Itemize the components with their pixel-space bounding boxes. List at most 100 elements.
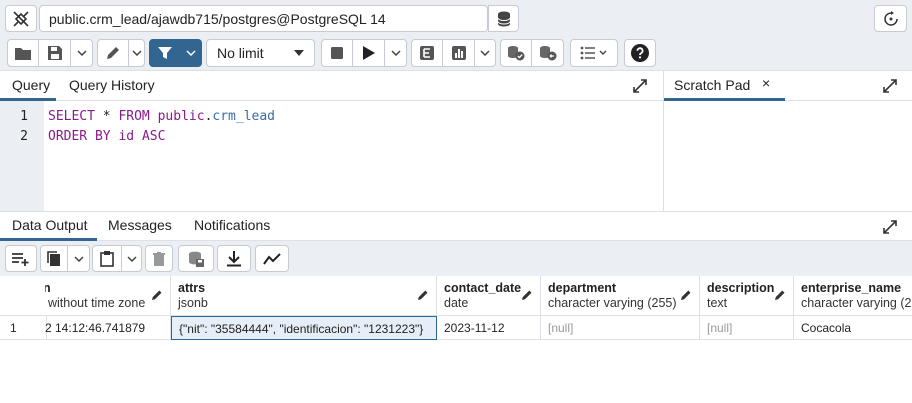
edit-pencil-icon[interactable]	[680, 289, 692, 304]
column-name: enterprise_name	[801, 281, 902, 295]
save-data-icon[interactable]	[178, 245, 214, 272]
connection-selector[interactable]: public.crm_lead/ajawdb715/postgres@Postg…	[39, 5, 488, 32]
explain-dropdown-chevron-icon[interactable]	[475, 39, 496, 67]
close-icon[interactable]: ×	[762, 75, 770, 91]
delete-trash-icon[interactable]	[145, 245, 173, 272]
keyword: SELECT	[48, 109, 95, 124]
column-header[interactable]: contact_date date	[437, 276, 541, 316]
query-toolbar: No limit	[0, 37, 912, 71]
table-cell-selected[interactable]: {"nit": "35584444", "identificacion": "1…	[171, 316, 437, 340]
line-number: 2	[20, 129, 28, 144]
execute-dropdown-chevron-icon[interactable]	[385, 39, 407, 67]
filter-icon[interactable]	[149, 39, 181, 67]
edit-pencil-icon[interactable]	[774, 289, 786, 304]
edit-pencil-icon[interactable]	[151, 289, 163, 304]
paste-dropdown-chevron-icon[interactable]	[122, 245, 142, 272]
tab-notifications-label: Notifications	[194, 217, 271, 233]
tab-data-output[interactable]: Data Output	[12, 217, 88, 233]
column-type: without time zone	[48, 296, 146, 310]
expand-icon[interactable]	[633, 79, 647, 96]
expand-icon[interactable]	[883, 79, 897, 96]
tab-notifications[interactable]: Notifications	[194, 217, 270, 233]
table-cell[interactable]: 2023-11-12	[437, 316, 541, 340]
disconnect-icon[interactable]	[5, 5, 37, 32]
code-line: ORDER BY id ASC	[48, 129, 165, 144]
explain-icon[interactable]	[411, 39, 443, 67]
table-name: crm_lead	[212, 109, 276, 124]
tab-query-history[interactable]: Query History	[69, 77, 155, 93]
data-output-toolbar	[0, 241, 912, 276]
edit-pencil-icon[interactable]	[521, 289, 533, 304]
paste-icon[interactable]	[92, 245, 122, 272]
tab-query[interactable]: Query	[12, 77, 50, 93]
help-icon[interactable]	[624, 39, 656, 67]
column-name: description	[707, 281, 775, 295]
add-row-icon[interactable]	[5, 245, 37, 272]
reset-layout-icon[interactable]	[874, 5, 907, 32]
tab-scratch-pad[interactable]: Scratch Pad	[674, 77, 750, 93]
column-type: jsonb	[178, 296, 208, 310]
edit-pen-icon[interactable]	[97, 39, 129, 67]
sql-editor[interactable]: SELECT * FROM public.crm_lead ORDER BY i…	[44, 101, 663, 211]
open-file-icon[interactable]	[7, 39, 39, 67]
column-header[interactable]: department character varying (255)	[541, 276, 700, 316]
save-dropdown-chevron-icon[interactable]	[71, 39, 93, 67]
table-cell[interactable]: Cocacola	[794, 316, 912, 340]
tab-query-history-label: Query History	[69, 77, 155, 93]
row-limit-select[interactable]: No limit	[206, 39, 315, 67]
column-header[interactable]: attrs jsonb	[171, 276, 437, 316]
keyword: ORDER BY	[48, 129, 111, 144]
identifier: id	[110, 129, 142, 144]
commit-icon[interactable]	[500, 39, 532, 67]
expand-icon[interactable]	[883, 220, 897, 237]
row-number-header	[0, 276, 47, 316]
save-icon[interactable]	[39, 39, 71, 67]
execute-play-icon[interactable]	[353, 39, 385, 67]
copy-icon[interactable]	[40, 245, 68, 272]
column-type: text	[707, 296, 728, 310]
rollback-icon[interactable]	[532, 39, 564, 67]
edit-dropdown-chevron-icon[interactable]	[129, 39, 145, 67]
column-name: contact_date	[444, 281, 522, 295]
tab-scratch-pad-label: Scratch Pad	[674, 77, 751, 93]
scratch-pad-panel: Scratch Pad ×	[663, 71, 912, 212]
editor-gutter: 1 2	[0, 101, 44, 211]
output-tabs: Data Output Messages Notifications	[0, 211, 912, 241]
macros-list-icon[interactable]	[570, 39, 618, 67]
row-number[interactable]: 1	[0, 316, 47, 340]
edit-pencil-icon[interactable]	[417, 289, 429, 304]
table-cell-null[interactable]: [null]	[541, 316, 700, 340]
tab-messages[interactable]: Messages	[108, 217, 172, 233]
download-icon[interactable]	[217, 245, 251, 272]
column-header[interactable]: enterprise_name character varying (25	[794, 276, 912, 316]
keyword: ASC	[141, 129, 166, 144]
graph-visualiser-icon[interactable]	[255, 245, 289, 272]
tab-data-output-label: Data Output	[12, 217, 88, 233]
column-header[interactable]: description text	[700, 276, 794, 316]
filter-dropdown-chevron-icon[interactable]	[181, 39, 202, 67]
scratch-pad-textarea[interactable]	[664, 102, 912, 212]
tab-query-label: Query	[12, 77, 51, 93]
operator: *	[94, 109, 119, 124]
schema-name: public	[149, 109, 205, 124]
row-limit-value: No limit	[217, 45, 264, 61]
copy-dropdown-chevron-icon[interactable]	[68, 245, 90, 272]
column-name: department	[548, 281, 617, 295]
column-name: attrs	[178, 281, 206, 295]
caret-down-icon	[294, 50, 304, 56]
code-line: SELECT * FROM public.crm_lead	[48, 109, 275, 124]
explain-analyze-icon[interactable]	[443, 39, 475, 67]
scratch-pad-header: Scratch Pad ×	[664, 71, 912, 101]
line-number: 1	[20, 109, 28, 124]
stop-icon[interactable]	[321, 39, 353, 67]
active-tab-indicator	[664, 98, 785, 101]
column-header[interactable]: n without time zone	[45, 276, 171, 316]
table-cell[interactable]: 2 14:12:46.741879	[45, 316, 171, 340]
keyword: FROM	[118, 109, 150, 124]
tab-messages-label: Messages	[108, 217, 172, 233]
table-cell-null[interactable]: [null]	[700, 316, 794, 340]
column-name: n	[45, 281, 51, 295]
column-type: character varying (255)	[548, 296, 677, 310]
database-icon[interactable]	[488, 5, 519, 32]
query-tabs: Query Query History	[0, 71, 663, 101]
